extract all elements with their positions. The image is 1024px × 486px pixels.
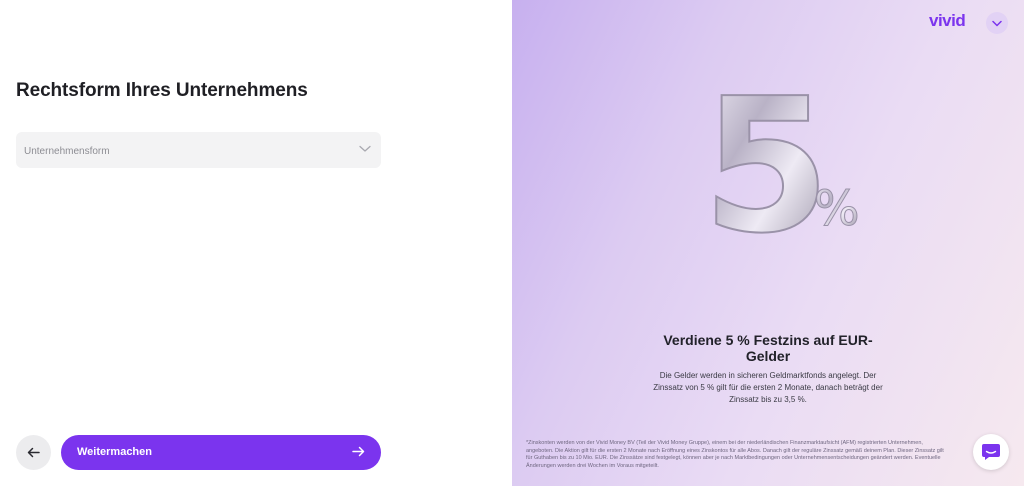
form-panel: Rechtsform Ihres Unternehmens Unternehme…	[0, 0, 512, 486]
continue-label: Weitermachen	[77, 446, 152, 458]
chevron-down-icon	[992, 20, 1002, 26]
promo-body: Die Gelder werden in sicheren Geldmarktf…	[653, 371, 883, 404]
chat-button[interactable]	[973, 434, 1009, 470]
continue-button[interactable]: Weitermachen	[61, 435, 381, 470]
promo-number: 5	[702, 80, 831, 245]
promo-percent: %	[814, 181, 860, 237]
promo-panel: vivid 5 % Verdiene 5 % Festzins auf EUR-…	[512, 0, 1024, 486]
page-title: Rechtsform Ihres Unternehmens	[16, 80, 308, 101]
company-form-select[interactable]: Unternehmensform	[16, 132, 381, 168]
vivid-logo[interactable]: vivid	[929, 11, 966, 31]
arrow-right-icon	[352, 446, 365, 457]
promo-fine-print: *Zinskonten werden von der Vivid Money B…	[526, 440, 944, 469]
chevron-down-icon	[359, 145, 371, 152]
select-placeholder: Unternehmensform	[24, 146, 110, 157]
balloon-5-percent-graphic: 5 %	[702, 80, 860, 245]
back-button[interactable]	[16, 435, 51, 470]
arrow-left-icon	[27, 447, 40, 458]
promo-headline: Verdiene 5 % Festzins auf EUR-Gelder	[663, 332, 873, 364]
language-menu-button[interactable]	[986, 12, 1008, 34]
chat-icon	[982, 444, 1000, 460]
